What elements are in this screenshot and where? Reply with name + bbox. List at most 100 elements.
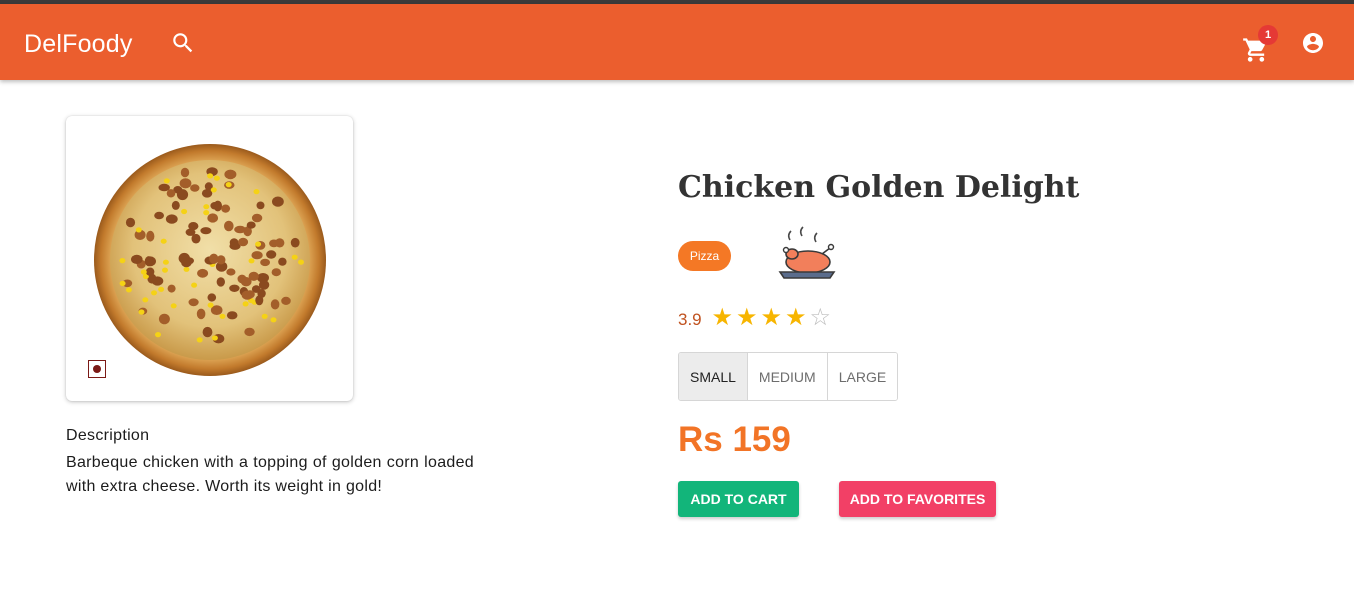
chicken-topping (125, 217, 136, 228)
star-rating[interactable]: ★ ★ ★ ★ ☆ (710, 304, 833, 332)
chicken-topping (221, 204, 231, 213)
chicken-topping (229, 284, 240, 292)
add-to-cart-button[interactable]: ADD TO CART (678, 481, 799, 517)
chicken-topping (278, 257, 287, 266)
corn-topping (210, 187, 217, 193)
corn-topping (170, 303, 177, 309)
corn-topping (203, 210, 210, 216)
chicken-topping (165, 214, 178, 224)
chicken-topping (167, 284, 176, 293)
chicken-topping (171, 200, 180, 210)
app-bar: DelFoody 1 (0, 4, 1354, 80)
chicken-topping (258, 280, 270, 290)
star-empty-icon[interactable]: ☆ (808, 304, 833, 332)
chicken-topping (209, 253, 219, 264)
corn-topping (255, 241, 262, 247)
rating-value: 3.9 (678, 310, 702, 329)
star-filled-icon[interactable]: ★ (735, 304, 760, 332)
cart-count-badge: 1 (1258, 25, 1278, 45)
chicken-topping (188, 298, 199, 307)
chicken-topping (146, 230, 155, 242)
chicken-topping (207, 293, 217, 302)
corn-topping (213, 175, 220, 181)
star-filled-icon[interactable]: ★ (784, 304, 809, 332)
corn-topping (158, 286, 165, 292)
chicken-topping (180, 167, 190, 178)
star-filled-icon[interactable]: ★ (710, 304, 735, 332)
chicken-topping (210, 202, 219, 210)
corn-topping (163, 178, 170, 184)
corn-topping (162, 267, 168, 273)
corn-topping (125, 287, 132, 293)
chicken-topping (226, 311, 238, 320)
size-option-large[interactable]: LARGE (827, 353, 898, 400)
chicken-topping (197, 268, 209, 278)
description-text: Barbeque chicken with a topping of golde… (66, 454, 474, 495)
chicken-topping (188, 222, 199, 231)
chicken-topping (179, 178, 192, 189)
chicken-topping (196, 308, 206, 320)
size-option-small[interactable]: SMALL (679, 353, 748, 400)
corn-topping (162, 259, 169, 265)
chicken-topping (246, 221, 256, 229)
chicken-topping (266, 250, 277, 259)
chicken-topping (131, 254, 143, 264)
chicken-topping (272, 196, 284, 207)
chicken-topping (226, 268, 236, 276)
corn-topping (181, 208, 188, 215)
corn-topping (183, 266, 190, 272)
chicken-topping (260, 258, 270, 267)
corn-topping (253, 189, 260, 195)
chicken-topping (238, 237, 249, 247)
corn-topping (248, 258, 255, 264)
brand-logo[interactable]: DelFoody (24, 30, 133, 59)
chicken-topping (181, 257, 192, 268)
product-image-card (66, 116, 353, 401)
size-option-medium[interactable]: MEDIUM (747, 353, 828, 400)
chicken-topping (190, 184, 200, 192)
category-chip[interactable]: Pizza (678, 241, 731, 271)
size-toggle-group: SMALL MEDIUM LARGE (678, 352, 899, 401)
account-circle-icon[interactable] (1301, 31, 1325, 55)
chicken-topping (207, 213, 219, 223)
chicken-topping (234, 225, 247, 234)
chicken-topping (224, 220, 234, 232)
corn-topping (119, 258, 126, 264)
corn-topping (203, 204, 210, 210)
product-price: Rs 159 (678, 420, 791, 459)
chicken-topping (202, 326, 213, 338)
chicken-topping (251, 251, 263, 260)
chicken-topping (176, 189, 189, 201)
chicken-topping (257, 289, 266, 298)
corn-topping (160, 238, 167, 244)
search-icon[interactable] (170, 30, 196, 56)
star-filled-icon[interactable]: ★ (759, 304, 784, 332)
corn-topping (225, 182, 232, 188)
corn-topping (261, 313, 268, 319)
chicken-topping (275, 238, 285, 248)
chicken-topping (216, 277, 225, 287)
description-heading: Description (66, 427, 150, 444)
add-to-favorites-button[interactable]: ADD TO FAVORITES (839, 481, 996, 517)
corn-topping (155, 332, 161, 338)
corn-topping (140, 269, 147, 275)
chicken-topping (248, 271, 259, 281)
chicken-topping (270, 299, 280, 310)
corn-topping (291, 254, 298, 260)
non-veg-icon[interactable] (88, 360, 106, 378)
chicken-topping (158, 313, 170, 325)
chicken-topping (224, 169, 237, 180)
corn-topping (142, 297, 149, 303)
corn-topping (219, 313, 226, 319)
chicken-topping (201, 189, 213, 198)
corn-topping (207, 302, 214, 308)
corn-topping (151, 290, 157, 296)
corn-topping (196, 337, 203, 343)
chicken-topping (290, 237, 300, 248)
chicken-topping (154, 211, 164, 220)
chicken-topping (251, 213, 263, 223)
corn-topping (135, 227, 142, 233)
corn-topping (270, 317, 277, 323)
chicken-topping (166, 189, 176, 198)
chicken-topping (144, 256, 153, 267)
